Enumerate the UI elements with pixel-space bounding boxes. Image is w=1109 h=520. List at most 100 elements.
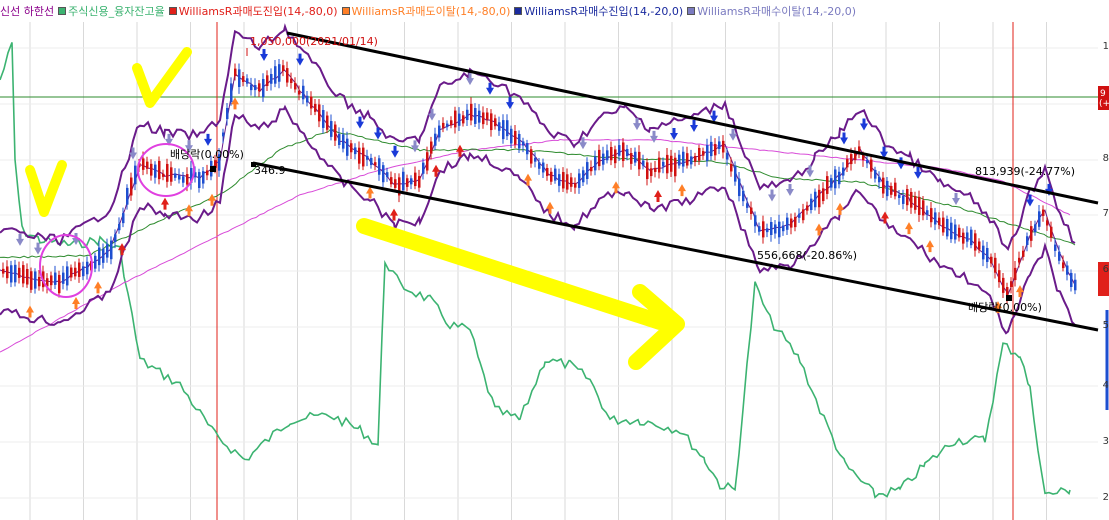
candlestick <box>574 183 577 188</box>
candlestick <box>26 268 29 285</box>
candlestick <box>822 188 825 202</box>
axis-tick: 4 <box>1102 380 1109 391</box>
legend-item-wr-overbought-exit[interactable]: WilliamsR과매수이탈(14,-20,0) <box>687 3 856 19</box>
overbought-signal-arrow <box>466 73 474 86</box>
candlestick <box>362 147 365 167</box>
candlestick <box>946 218 949 237</box>
candlestick <box>482 112 485 125</box>
candlestick <box>778 221 781 238</box>
legend-swatch <box>58 7 67 15</box>
candlestick <box>78 262 81 277</box>
candlestick <box>950 222 953 240</box>
candlestick <box>198 172 201 189</box>
candlestick <box>442 122 445 128</box>
candlestick <box>874 169 877 179</box>
candlestick <box>390 177 393 185</box>
candlestick <box>38 276 41 287</box>
candlestick <box>18 267 21 278</box>
chart-canvas[interactable]: 1,050,000(2021/01/14) 배당락(0.00%) 813,939(-… <box>0 0 1109 520</box>
candlestick <box>1010 281 1013 288</box>
candlestick <box>878 176 881 183</box>
candlestick <box>790 218 793 228</box>
candlestick <box>58 274 61 294</box>
oversold-signal-arrow <box>94 281 102 294</box>
candlestick <box>98 247 101 266</box>
candlestick <box>66 266 69 286</box>
candlestick <box>558 174 561 186</box>
candlestick <box>142 158 145 170</box>
candlestick <box>562 172 565 189</box>
candlestick <box>86 261 89 275</box>
candlestick <box>866 159 869 164</box>
candlestick <box>1050 226 1053 238</box>
candlestick <box>430 141 433 154</box>
candlestick <box>294 82 297 90</box>
candlestick <box>262 79 265 98</box>
candlestick <box>958 227 961 238</box>
candlestick <box>438 125 441 138</box>
candlestick <box>34 271 37 289</box>
candlestick <box>302 85 305 100</box>
candlestick <box>942 217 945 233</box>
candlestick <box>610 147 613 161</box>
candlestick <box>918 196 921 215</box>
candlestick <box>522 141 525 146</box>
candlestick <box>502 120 505 140</box>
legend-item-wr-overbought-entry[interactable]: WilliamsR과매수진입(14,-20,0) <box>514 3 683 19</box>
highlight-trend-arrow <box>356 218 685 370</box>
candlestick <box>454 110 457 128</box>
candlestick <box>582 170 585 183</box>
candlestick <box>538 162 541 169</box>
candlestick <box>534 157 537 162</box>
candlestick <box>966 232 969 242</box>
candlestick <box>498 122 501 131</box>
candlestick <box>134 165 137 185</box>
candlestick <box>674 157 677 177</box>
legend-item-wr-oversold-entry[interactable]: WilliamsR과매도진입(14,-80,0) <box>168 3 338 19</box>
candlestick <box>806 205 809 211</box>
overbought-signal-arrow <box>34 242 42 255</box>
candlestick <box>254 85 257 91</box>
candlestick <box>618 145 621 156</box>
legend-item-wr-oversold-exit[interactable]: WilliamsR과매도이탈(14,-80,0) <box>341 3 510 19</box>
candlestick <box>406 178 409 187</box>
candlestick <box>770 221 773 236</box>
candlestick <box>518 133 521 149</box>
oversold-signal-arrow <box>161 197 169 210</box>
oversold-signal-arrow <box>390 208 398 221</box>
candlestick <box>370 157 373 165</box>
candlestick <box>630 153 633 164</box>
candlestick <box>586 162 589 179</box>
candlestick <box>1074 279 1077 291</box>
legend-item-lower-band[interactable]: 신선 하한선 <box>0 3 54 19</box>
oversold-signal-arrow <box>905 222 913 235</box>
candlestick <box>626 149 629 157</box>
candlestick <box>678 154 681 166</box>
legend-item-credit-ratio[interactable]: 주식신용_융자잔고율 <box>58 3 165 19</box>
candlestick <box>450 120 453 126</box>
candlestick <box>686 153 689 166</box>
legend-label: 신선 하한선 <box>0 5 55 18</box>
highlight-circle <box>39 234 93 298</box>
overbought-signal-arrow <box>391 145 399 158</box>
stock-chart: 1,050,000(2021/01/14) 배당락(0.00%) 813,939(-… <box>0 0 1109 520</box>
candlestick <box>382 165 385 183</box>
candlestick <box>898 194 901 198</box>
candlestick <box>550 171 553 182</box>
candlestick <box>706 145 709 161</box>
candlestick <box>638 151 641 170</box>
overbought-signal-arrow <box>633 118 641 131</box>
candlestick <box>54 272 57 285</box>
candlestick <box>82 266 85 277</box>
candlestick <box>314 103 317 112</box>
candlestick <box>346 138 349 156</box>
candlestick <box>162 173 165 177</box>
candlestick <box>886 180 889 197</box>
candlestick <box>1022 250 1025 257</box>
oversold-signal-arrow <box>26 305 34 318</box>
candlestick <box>1070 272 1073 287</box>
candlestick <box>622 142 625 162</box>
candlestick <box>570 177 573 187</box>
candlestick <box>662 161 665 167</box>
overbought-signal-arrow <box>768 189 776 202</box>
